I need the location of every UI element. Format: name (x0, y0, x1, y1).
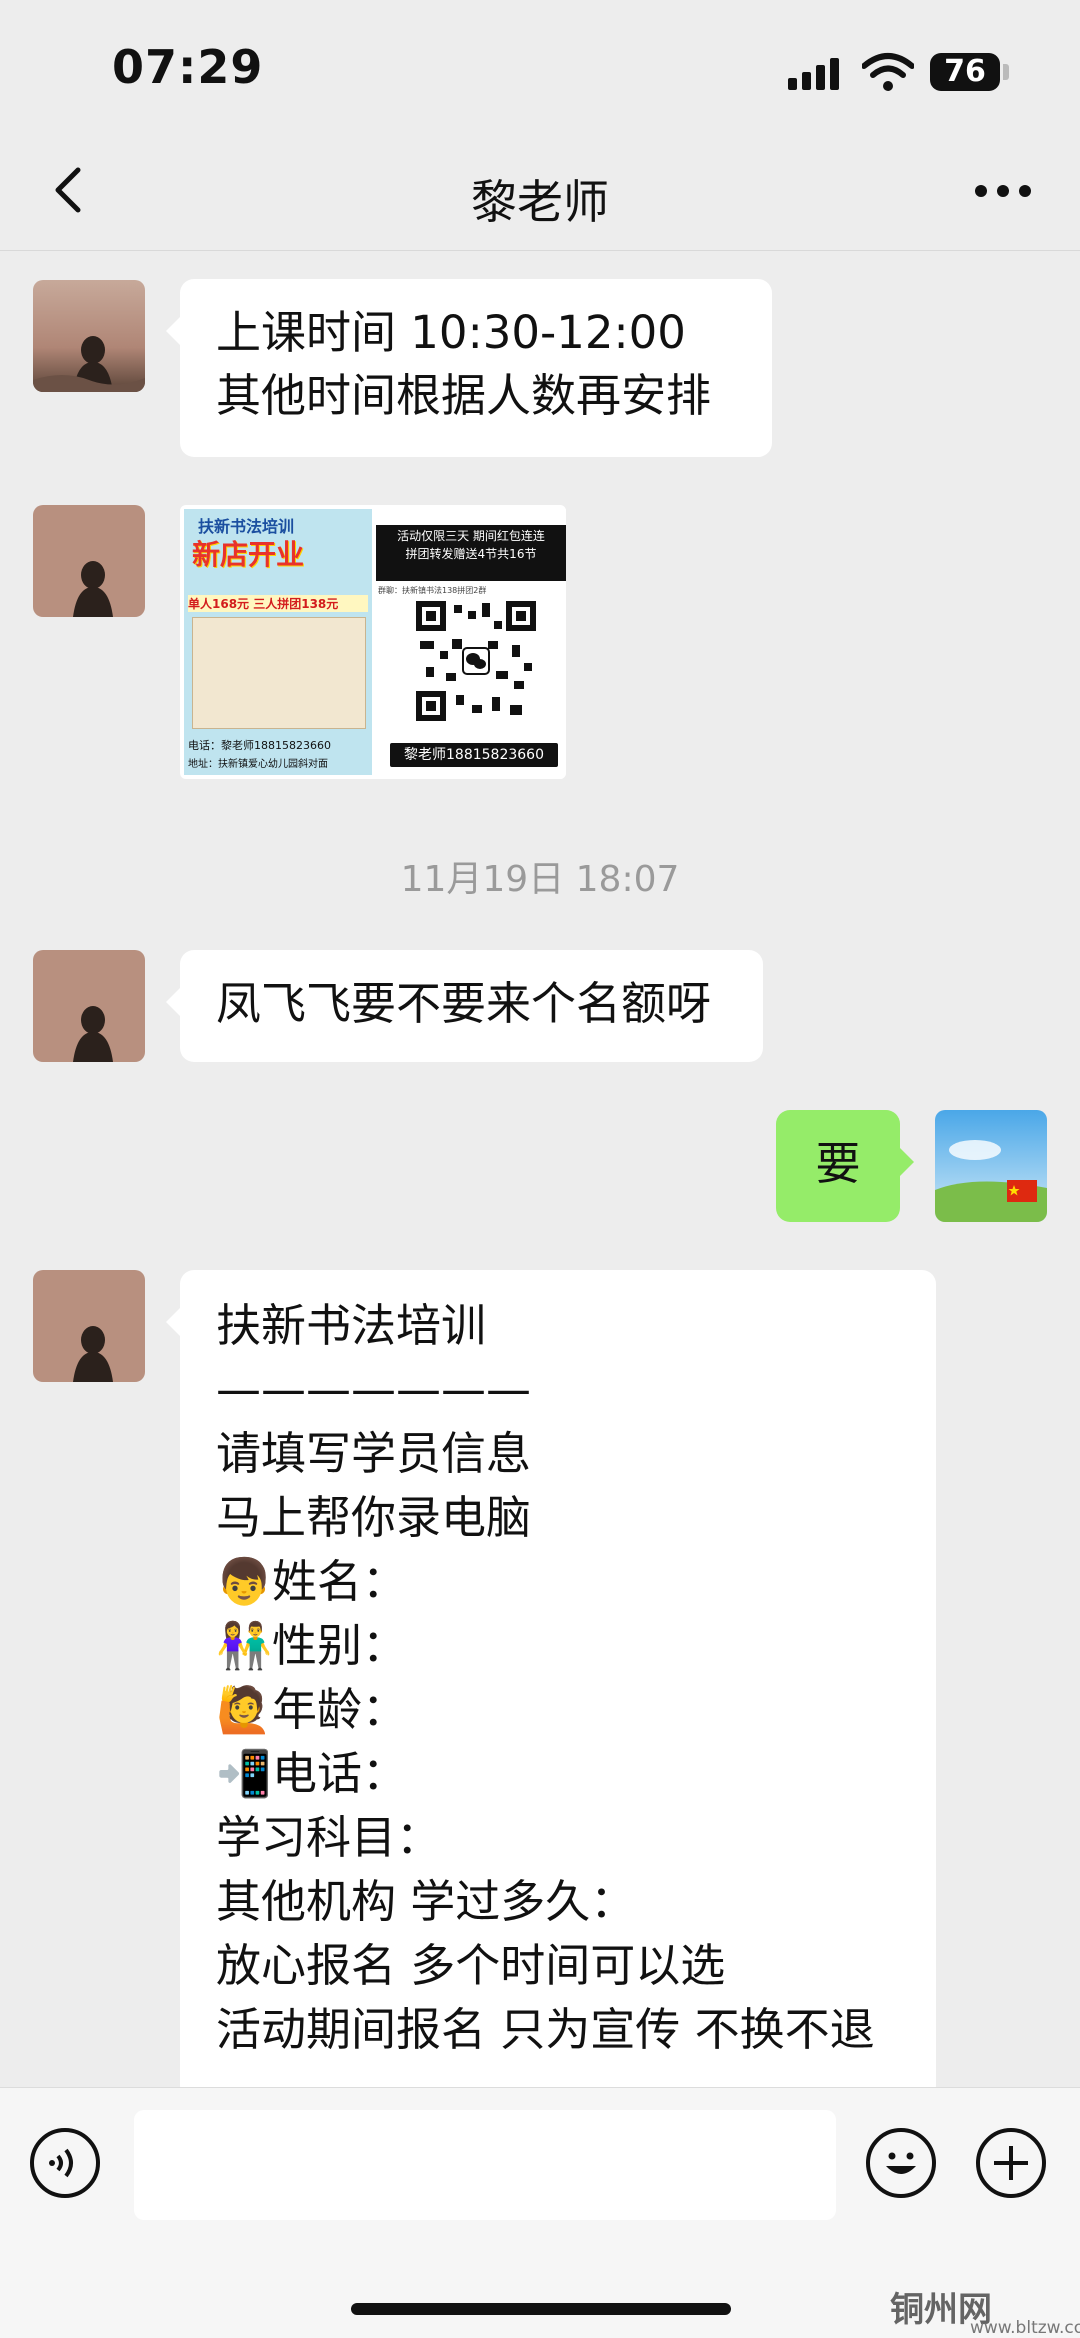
message-bubble-2[interactable]: 凤飞飞要不要来个名额呀 (166, 950, 763, 1062)
poster-price: 单人168元 三人拼团138元 (188, 595, 368, 612)
add-icon[interactable] (976, 2128, 1046, 2198)
avatar-contact[interactable] (33, 505, 145, 617)
poster-image-message[interactable]: 扶新书法培训 新店开业 单人168元 三人拼团138元 电话：黎老师188158… (180, 505, 566, 779)
poster-group-name: 群聊：扶新镇书法138拼团2群 (378, 586, 487, 595)
wifi-icon (862, 53, 914, 91)
poster-promo-line1: 活动仅限三天 期间红包连连 (397, 529, 545, 543)
poster-promo-line2: 拼团转发赠送4节共16节 (405, 547, 537, 561)
battery-indicator: 76 (930, 53, 1000, 91)
poster-right-panel: 活动仅限三天 期间红包连连 拼团转发赠送4节共16节 群聊：扶新镇书法138拼团… (376, 505, 566, 779)
avatar-contact[interactable] (33, 280, 145, 392)
poster-address: 地址：扶新镇爱心幼儿园斜对面 (188, 759, 328, 770)
poster-left-panel: 扶新书法培训 新店开业 单人168元 三人拼团138元 电话：黎老师188158… (184, 509, 372, 775)
message-bubble-self[interactable]: 要 (776, 1110, 914, 1222)
qr-code-icon (416, 601, 536, 721)
cellular-signal-icon (788, 58, 840, 90)
avatar-contact[interactable] (33, 950, 145, 1062)
chat-title: 黎老师 (471, 175, 609, 229)
poster-table-image (192, 617, 366, 729)
home-indicator (351, 2303, 731, 2315)
message-bubble-form[interactable]: 扶新书法培训 ——————— 请填写学员信息 马上帮你录电脑 👦姓名： 👫性别：… (166, 1270, 936, 2100)
poster-contact: 黎老师18815823660 (390, 743, 558, 767)
message-timestamp: 11月19日 18:07 (400, 859, 680, 900)
status-bar: 07:29 76 (0, 0, 1080, 140)
battery-cap (1003, 64, 1009, 80)
avatar-self[interactable] (935, 1110, 1047, 1222)
status-time: 07:29 (112, 40, 264, 94)
message-bubble-1[interactable]: 上课时间 10:30-12:00 其他时间根据人数再安排 (166, 279, 772, 457)
poster-phone: 电话：黎老师18815823660 (188, 739, 331, 752)
chat-header: 黎老师 (0, 140, 1080, 251)
message-input[interactable] (134, 2110, 836, 2220)
voice-icon[interactable] (30, 2128, 100, 2198)
avatar-contact[interactable] (33, 1270, 145, 1382)
watermark-url: www.bltzw.com (970, 2318, 1080, 2338)
emoji-icon[interactable] (866, 2128, 936, 2198)
more-icon[interactable] (975, 185, 1031, 201)
poster-big-text: 新店开业 (192, 538, 305, 571)
